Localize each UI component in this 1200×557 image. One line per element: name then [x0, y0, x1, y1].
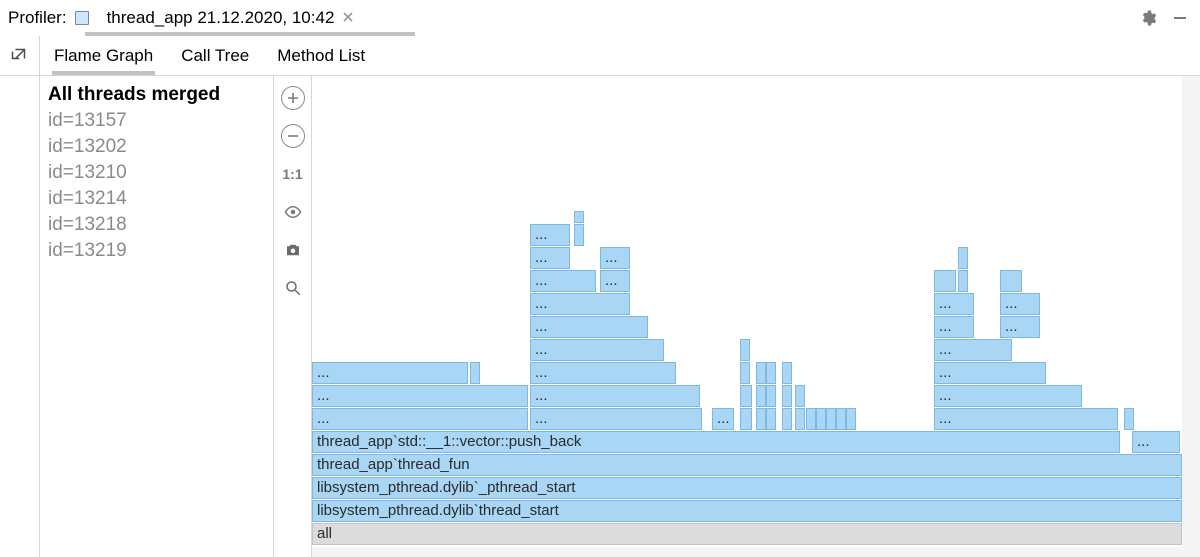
thread-item[interactable]: id=13218: [40, 212, 273, 238]
flame-frame[interactable]: ...: [530, 316, 648, 338]
flame-frame[interactable]: ...: [1132, 431, 1180, 453]
flame-frame[interactable]: ...: [712, 408, 734, 430]
snapshot-icon[interactable]: [281, 238, 305, 262]
view-tabs: Flame Graph Call Tree Method List: [40, 36, 379, 75]
session-name: thread_app 21.12.2020, 10:42: [107, 8, 335, 28]
h-scrollbar[interactable]: [312, 547, 1200, 557]
profiler-label: Profiler:: [8, 8, 75, 28]
flame-frame[interactable]: ...: [530, 247, 570, 269]
profiler-session-tab[interactable]: thread_app 21.12.2020, 10:42: [75, 8, 355, 28]
flame-frame[interactable]: [826, 408, 836, 430]
flame-frame[interactable]: [756, 408, 766, 430]
flame-frame[interactable]: [958, 247, 968, 269]
flame-frame[interactable]: [782, 362, 792, 384]
flame-frame[interactable]: ...: [530, 339, 664, 361]
flame-frame[interactable]: ...: [600, 270, 630, 292]
flame-frame[interactable]: [740, 362, 750, 384]
main-area: All threads merged id=13157 id=13202 id=…: [0, 76, 1200, 557]
zoom-out-icon[interactable]: [281, 124, 305, 148]
flame-frame[interactable]: [756, 362, 766, 384]
close-icon[interactable]: [342, 10, 354, 26]
flame-frame[interactable]: ...: [934, 385, 1082, 407]
flame-frame[interactable]: [816, 408, 826, 430]
flame-graph[interactable]: all libsystem_pthread.dylib`thread_start…: [312, 76, 1200, 557]
flame-frame[interactable]: [782, 385, 792, 407]
flame-frame[interactable]: [782, 408, 792, 430]
flame-frame[interactable]: thread_app`thread_fun: [312, 454, 1182, 476]
thread-item[interactable]: id=13202: [40, 134, 273, 160]
flame-frame[interactable]: [766, 362, 776, 384]
zoom-reset-button[interactable]: 1:1: [281, 162, 305, 186]
flame-frame[interactable]: [1124, 408, 1134, 430]
left-gutter: [0, 76, 40, 557]
tab-underline: [85, 32, 415, 36]
flame-frame[interactable]: ...: [530, 293, 630, 315]
flame-frame[interactable]: [795, 385, 805, 407]
flame-frame[interactable]: [1000, 270, 1022, 292]
focus-icon[interactable]: [281, 200, 305, 224]
flame-frame[interactable]: ...: [530, 408, 702, 430]
flame-frame[interactable]: ...: [600, 247, 630, 269]
thread-item-all[interactable]: All threads merged: [40, 82, 273, 108]
flame-frame[interactable]: [846, 408, 856, 430]
flame-frame[interactable]: ...: [934, 408, 1118, 430]
open-external-icon[interactable]: [11, 45, 29, 67]
flame-frame[interactable]: ...: [934, 293, 974, 315]
tab-call-tree[interactable]: Call Tree: [181, 38, 249, 74]
flame-frame[interactable]: [740, 339, 750, 361]
search-icon[interactable]: [281, 276, 305, 300]
flame-frame[interactable]: ...: [530, 270, 596, 292]
flame-frame[interactable]: [470, 362, 480, 384]
flame-frame[interactable]: [740, 408, 752, 430]
thread-item[interactable]: id=13219: [40, 238, 273, 264]
flame-frame[interactable]: [958, 270, 968, 292]
flame-frame[interactable]: [756, 385, 766, 407]
flame-frame[interactable]: ...: [1000, 316, 1040, 338]
tool-column: 1:1: [274, 76, 312, 557]
thread-item[interactable]: id=13210: [40, 160, 273, 186]
flame-frame[interactable]: ...: [312, 385, 528, 407]
tab-flame-graph[interactable]: Flame Graph: [54, 38, 153, 74]
flame-frame[interactable]: ...: [530, 385, 700, 407]
zoom-in-icon[interactable]: [281, 86, 305, 110]
gear-icon[interactable]: [1136, 6, 1160, 30]
top-bar: Profiler: thread_app 21.12.2020, 10:42: [0, 0, 1200, 36]
flame-frame[interactable]: [806, 408, 816, 430]
flame-frame[interactable]: thread_app`std::__1::vector::push_back: [312, 431, 1120, 453]
flame-frame[interactable]: libsystem_pthread.dylib`thread_start: [312, 500, 1182, 522]
flame-frame[interactable]: ...: [1000, 293, 1040, 315]
profiler-icon: [75, 11, 89, 25]
flame-frame[interactable]: [574, 211, 584, 223]
flame-frame[interactable]: ...: [312, 408, 528, 430]
tab-method-list[interactable]: Method List: [277, 38, 365, 74]
flame-frame[interactable]: ...: [934, 362, 1046, 384]
thread-item[interactable]: id=13157: [40, 108, 273, 134]
flame-frame[interactable]: [766, 408, 776, 430]
thread-list: All threads merged id=13157 id=13202 id=…: [40, 76, 274, 557]
flame-frame[interactable]: [795, 408, 805, 430]
flame-frame-base[interactable]: all: [312, 523, 1182, 545]
flame-frame[interactable]: ...: [934, 316, 974, 338]
thread-item[interactable]: id=13214: [40, 186, 273, 212]
flame-frame[interactable]: [836, 408, 846, 430]
flame-frame[interactable]: [766, 385, 776, 407]
minimize-icon[interactable]: [1168, 6, 1192, 30]
view-tabs-row: Flame Graph Call Tree Method List: [0, 36, 1200, 76]
flame-frame[interactable]: ...: [530, 362, 676, 384]
flame-frame[interactable]: [934, 270, 956, 292]
flame-frame[interactable]: ...: [312, 362, 468, 384]
flame-frame[interactable]: libsystem_pthread.dylib`_pthread_start: [312, 477, 1182, 499]
flame-frame[interactable]: [740, 385, 752, 407]
flame-frame[interactable]: ...: [934, 339, 1012, 361]
